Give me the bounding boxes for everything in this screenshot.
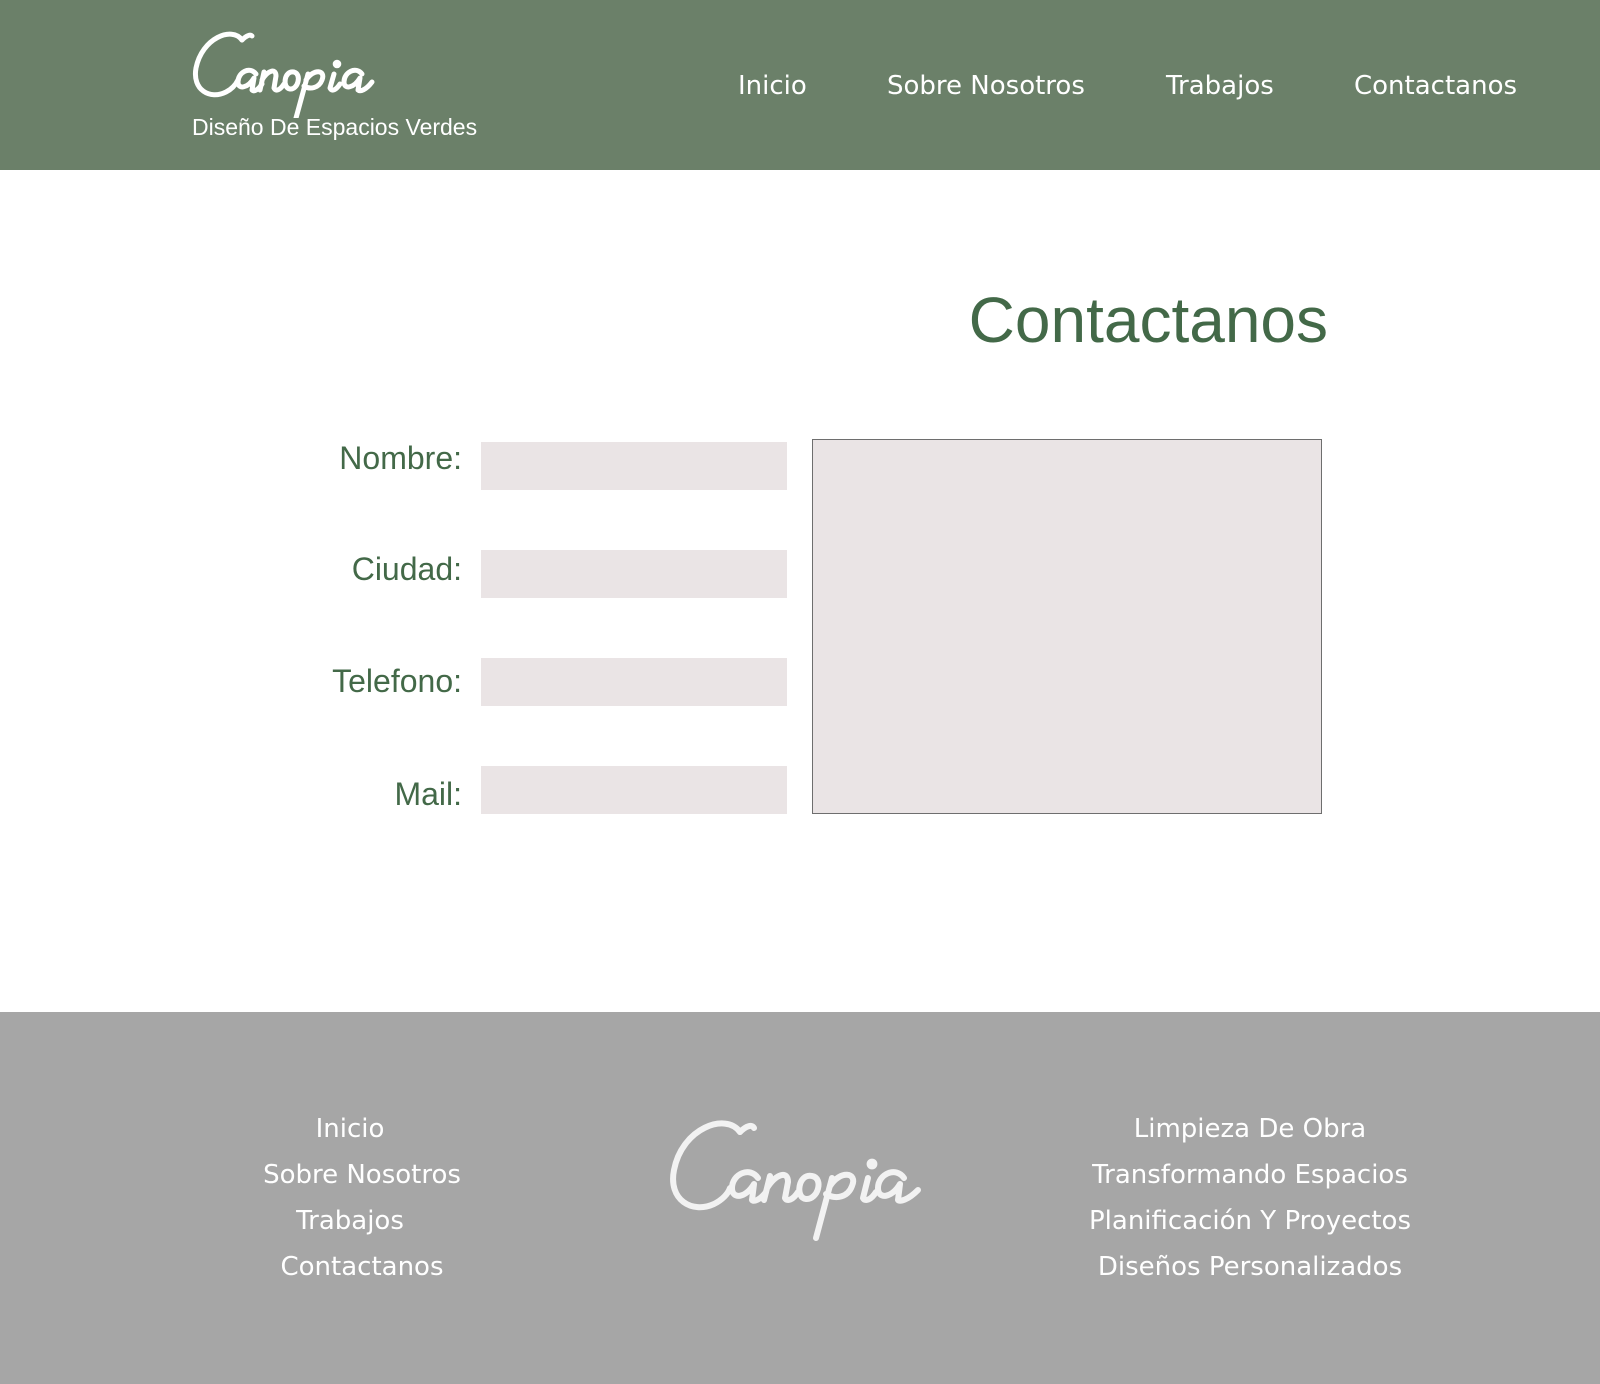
- ciudad-input[interactable]: [481, 550, 787, 598]
- footer-link-trabajos[interactable]: Trabajos: [128, 1198, 572, 1244]
- site-header: Diseño De Espacios Verdes Inicio Sobre N…: [0, 0, 1600, 170]
- footer-link-disenos-personalizados[interactable]: Diseños Personalizados: [1040, 1244, 1460, 1290]
- footer-services-links: Limpieza De Obra Transformando Espacios …: [1040, 1106, 1460, 1290]
- nombre-label: Nombre:: [339, 440, 462, 476]
- message-textarea[interactable]: [812, 439, 1322, 814]
- nav-item-inicio[interactable]: Inicio: [738, 66, 807, 106]
- page-title: Contactanos: [968, 284, 1328, 356]
- nav-item-trabajos[interactable]: Trabajos: [1166, 66, 1274, 106]
- footer-link-limpieza-de-obra[interactable]: Limpieza De Obra: [1040, 1106, 1460, 1152]
- mail-input[interactable]: [481, 766, 787, 814]
- footer-link-contactanos[interactable]: Contactanos: [152, 1244, 572, 1290]
- main-nav: Inicio Sobre Nosotros Trabajos Contactan…: [0, 66, 1600, 106]
- brand-tagline: Diseño De Espacios Verdes: [192, 114, 478, 140]
- site-footer: Inicio Sobre Nosotros Trabajos Contactan…: [0, 1012, 1600, 1384]
- nav-item-sobre-nosotros[interactable]: Sobre Nosotros: [887, 66, 1085, 106]
- footer-nav-links: Inicio Sobre Nosotros Trabajos Contactan…: [152, 1106, 572, 1290]
- footer-canopia-logo: [670, 1120, 921, 1241]
- footer-link-transformando-espacios[interactable]: Transformando Espacios: [1040, 1152, 1460, 1198]
- nombre-input[interactable]: [481, 442, 787, 490]
- ciudad-label: Ciudad:: [351, 551, 462, 587]
- mail-label: Mail:: [394, 776, 462, 812]
- footer-link-planificacion-y-proyectos[interactable]: Planificación Y Proyectos: [1040, 1198, 1460, 1244]
- nav-item-contactanos[interactable]: Contactanos: [1354, 66, 1517, 106]
- footer-link-sobre-nosotros[interactable]: Sobre Nosotros: [152, 1152, 572, 1198]
- footer-link-inicio[interactable]: Inicio: [128, 1106, 572, 1152]
- telefono-input[interactable]: [481, 658, 787, 706]
- telefono-label: Telefono:: [332, 663, 462, 699]
